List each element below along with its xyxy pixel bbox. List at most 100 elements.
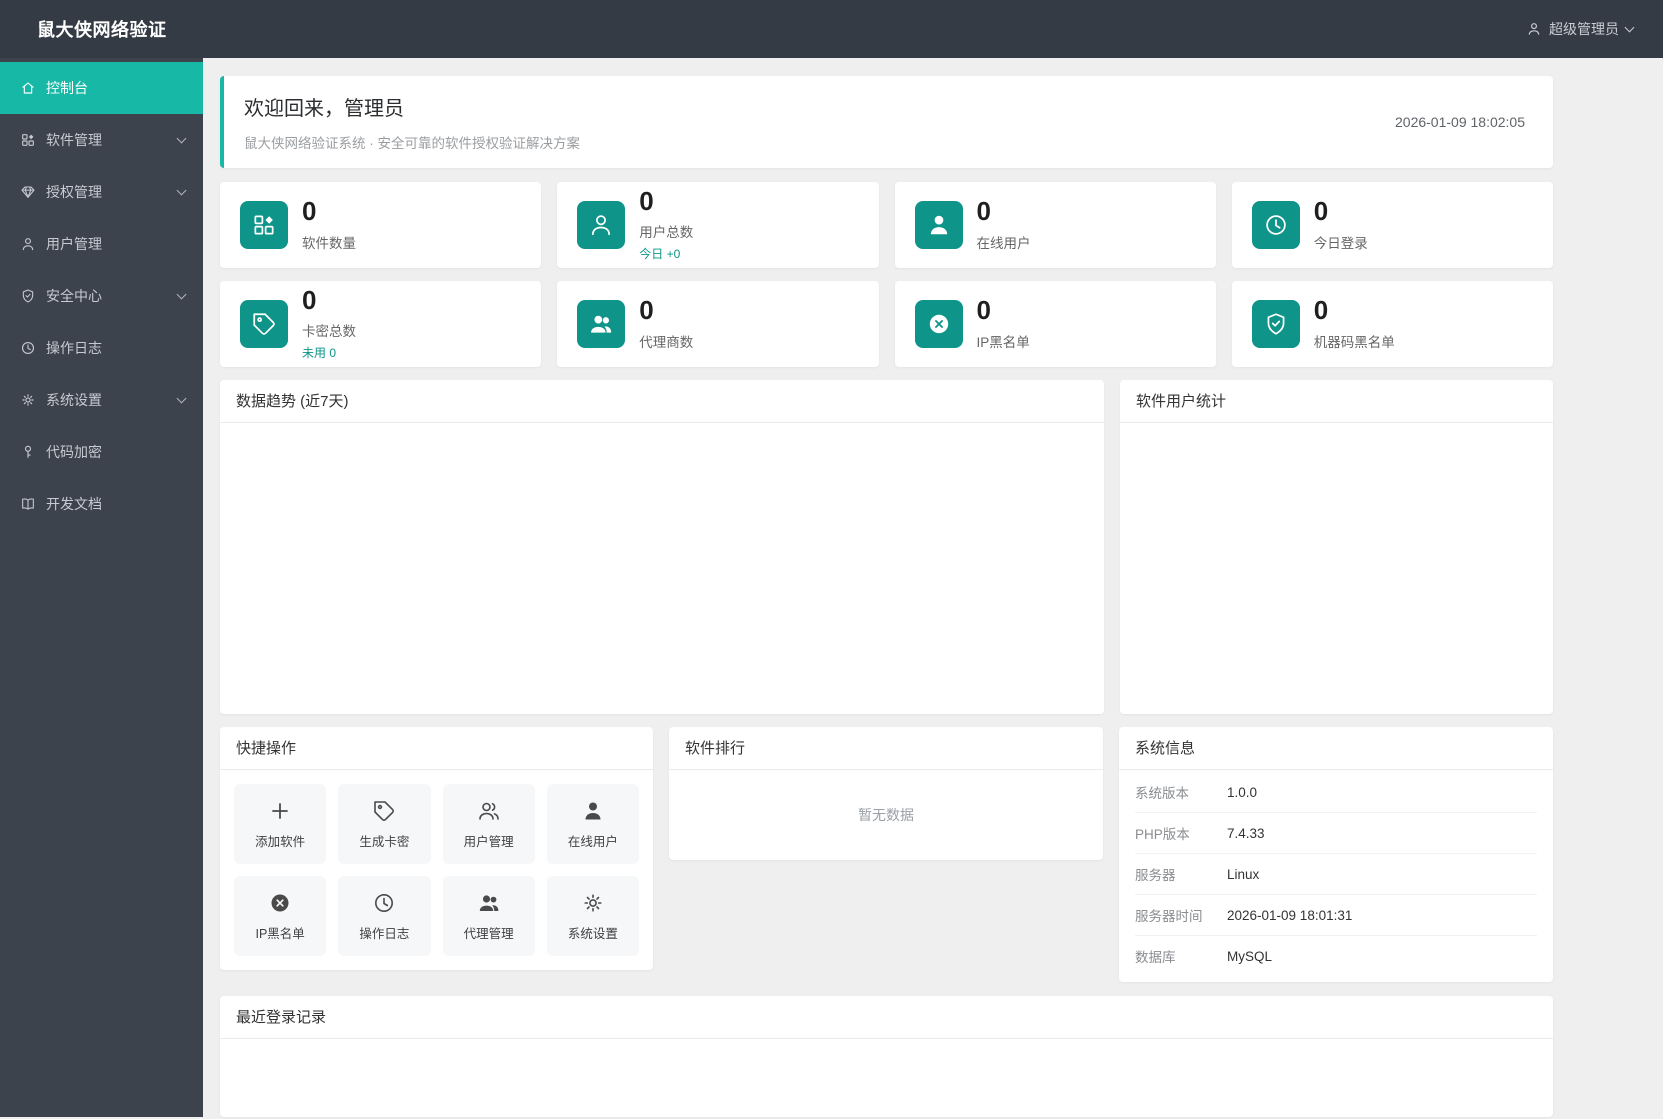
tag-icon bbox=[374, 800, 395, 821]
clock-icon bbox=[375, 893, 394, 912]
sidebar-item-logs[interactable]: 操作日志 bbox=[0, 322, 203, 374]
panel-title: 系统信息 bbox=[1119, 727, 1553, 770]
quick-action-online-users[interactable]: 在线用户 bbox=[546, 784, 639, 864]
info-value: Linux bbox=[1227, 866, 1260, 882]
user-menu[interactable]: 超级管理员 bbox=[1526, 19, 1635, 39]
stat-label: 在线用户 bbox=[976, 235, 1031, 251]
stat-card-ip-blacklist[interactable]: 0 IP黑名单 bbox=[894, 281, 1216, 367]
quick-action-add-software[interactable]: 添加软件 bbox=[234, 784, 327, 864]
home-icon bbox=[22, 82, 34, 94]
gear-icon bbox=[584, 893, 602, 912]
stat-value: 0 bbox=[302, 284, 317, 315]
chevron-down-icon bbox=[176, 133, 187, 144]
info-value: 7.4.33 bbox=[1227, 825, 1265, 841]
topbar: 鼠大侠网络验证 超级管理员 bbox=[0, 0, 1663, 58]
panel-title: 快捷操作 bbox=[220, 727, 653, 770]
stat-card-online-users[interactable]: 0 在线用户 bbox=[894, 182, 1216, 268]
trend-panel: 数据趋势 (近7天) bbox=[220, 380, 1104, 714]
users-filled-icon bbox=[479, 894, 499, 911]
info-row-system-version: 系统版本 1.0.0 bbox=[1135, 772, 1537, 813]
user-icon bbox=[1528, 23, 1540, 35]
info-label: 服务器 bbox=[1135, 868, 1176, 883]
sidebar-item-settings[interactable]: 系统设置 bbox=[0, 374, 203, 426]
book-icon bbox=[22, 498, 34, 510]
stat-value: 0 bbox=[1313, 295, 1329, 326]
stat-value: 0 bbox=[976, 196, 991, 227]
panel-title: 最近登录记录 bbox=[220, 996, 1553, 1039]
shield-check-icon bbox=[1267, 313, 1285, 335]
sidebar-item-label: 软件管理 bbox=[46, 132, 102, 148]
chevron-down-icon bbox=[176, 185, 187, 196]
info-label: PHP版本 bbox=[1135, 827, 1190, 842]
sidebar-item-console[interactable]: 控制台 bbox=[0, 62, 203, 114]
clock-icon bbox=[1266, 215, 1286, 235]
quick-action-label: 添加软件 bbox=[255, 834, 306, 849]
panel-title: 软件用户统计 bbox=[1120, 380, 1553, 423]
software-users-panel: 软件用户统计 bbox=[1120, 380, 1553, 714]
quick-action-system-settings[interactable]: 系统设置 bbox=[546, 876, 639, 956]
user-filled-icon bbox=[585, 802, 601, 819]
info-row-php-version: PHP版本 7.4.33 bbox=[1135, 813, 1537, 854]
trend-chart-area bbox=[220, 423, 1104, 713]
sidebar-item-label: 开发文档 bbox=[46, 496, 102, 512]
quick-action-user-management[interactable]: 用户管理 bbox=[442, 784, 535, 864]
stat-value: 0 bbox=[639, 185, 654, 216]
quick-action-label: 系统设置 bbox=[567, 926, 618, 941]
info-row-server: 服务器 Linux bbox=[1135, 854, 1537, 895]
users-outline-icon bbox=[478, 802, 499, 820]
users-filled-icon bbox=[591, 315, 612, 333]
ranking-panel: 软件排行 暂无数据 bbox=[669, 727, 1103, 860]
stat-value: 0 bbox=[1313, 196, 1329, 227]
stat-card-agents[interactable]: 0 代理商数 bbox=[557, 281, 879, 367]
quick-action-agent-management[interactable]: 代理管理 bbox=[442, 876, 535, 956]
x-circle-icon bbox=[929, 314, 948, 334]
stat-card-software-count[interactable]: 0 软件数量 bbox=[220, 182, 542, 268]
stat-value: 0 bbox=[302, 196, 317, 227]
apps-icon bbox=[254, 215, 274, 235]
sidebar-item-docs[interactable]: 开发文档 bbox=[0, 478, 203, 530]
recent-logins-panel: 最近登录记录 bbox=[220, 996, 1553, 1117]
chevron-down-icon bbox=[176, 393, 187, 404]
sidebar-item-label: 操作日志 bbox=[46, 340, 102, 356]
chevron-down-icon bbox=[1624, 22, 1635, 32]
main-content: 欢迎回来，管理员 鼠大侠网络验证系统 · 安全可靠的软件授权验证解决方案 202… bbox=[203, 58, 1663, 1117]
welcome-title: 欢迎回来，管理员 bbox=[244, 98, 404, 120]
info-value: MySQL bbox=[1227, 948, 1273, 964]
sidebar-item-authorization[interactable]: 授权管理 bbox=[0, 166, 203, 218]
stat-card-today-logins[interactable]: 0 今日登录 bbox=[1231, 182, 1553, 268]
quick-actions-panel: 快捷操作 添加软件 生成卡密 用户管理 在线用户 IP黑名单 操作日志 代理管理… bbox=[220, 727, 653, 970]
chevron-down-icon bbox=[176, 289, 187, 300]
quick-action-generate-keys[interactable]: 生成卡密 bbox=[338, 784, 431, 864]
sidebar-item-encryption[interactable]: 代码加密 bbox=[0, 426, 203, 478]
stat-value: 0 bbox=[976, 295, 991, 326]
plus-icon bbox=[272, 802, 289, 819]
system-info-panel: 系统信息 系统版本 1.0.0 PHP版本 7.4.33 服务器 Linux 服… bbox=[1119, 727, 1553, 982]
info-row-database: 数据库 MySQL bbox=[1135, 936, 1537, 976]
stat-label: 今日登录 bbox=[1313, 235, 1368, 251]
stat-card-card-keys[interactable]: 0 卡密总数 未用 0 bbox=[220, 281, 542, 367]
stat-value: 0 bbox=[639, 295, 654, 326]
quick-action-ip-blacklist[interactable]: IP黑名单 bbox=[234, 876, 327, 956]
quick-action-label: IP黑名单 bbox=[255, 926, 305, 941]
brand-title: 鼠大侠网络验证 bbox=[37, 20, 167, 40]
stat-card-total-users[interactable]: 0 用户总数 今日 +0 bbox=[557, 182, 879, 268]
user-outline-icon bbox=[592, 215, 611, 236]
sidebar-item-security[interactable]: 安全中心 bbox=[0, 270, 203, 322]
sidebar-item-label: 授权管理 bbox=[46, 184, 102, 200]
sidebar-item-label: 用户管理 bbox=[46, 236, 102, 252]
sidebar-item-users[interactable]: 用户管理 bbox=[0, 218, 203, 270]
panel-title: 软件排行 bbox=[669, 727, 1103, 770]
sidebar-item-label: 安全中心 bbox=[46, 288, 102, 304]
stat-card-machine-blacklist[interactable]: 0 机器码黑名单 bbox=[1231, 281, 1553, 367]
quick-action-operation-logs[interactable]: 操作日志 bbox=[338, 876, 431, 956]
stat-label: 用户总数 bbox=[639, 225, 694, 241]
shield-check-icon bbox=[22, 289, 34, 303]
clock-icon bbox=[21, 341, 35, 355]
current-time: 2026-01-09 18:02:05 bbox=[1395, 114, 1525, 130]
sidebar-item-software[interactable]: 软件管理 bbox=[0, 114, 203, 166]
stat-sub-label: 未用 0 bbox=[302, 346, 337, 361]
quick-action-label: 在线用户 bbox=[567, 834, 618, 849]
stat-label: 机器码黑名单 bbox=[1313, 334, 1395, 350]
info-row-server-time: 服务器时间 2026-01-09 18:01:31 bbox=[1135, 895, 1537, 936]
sidebar-item-label: 系统设置 bbox=[46, 392, 102, 408]
